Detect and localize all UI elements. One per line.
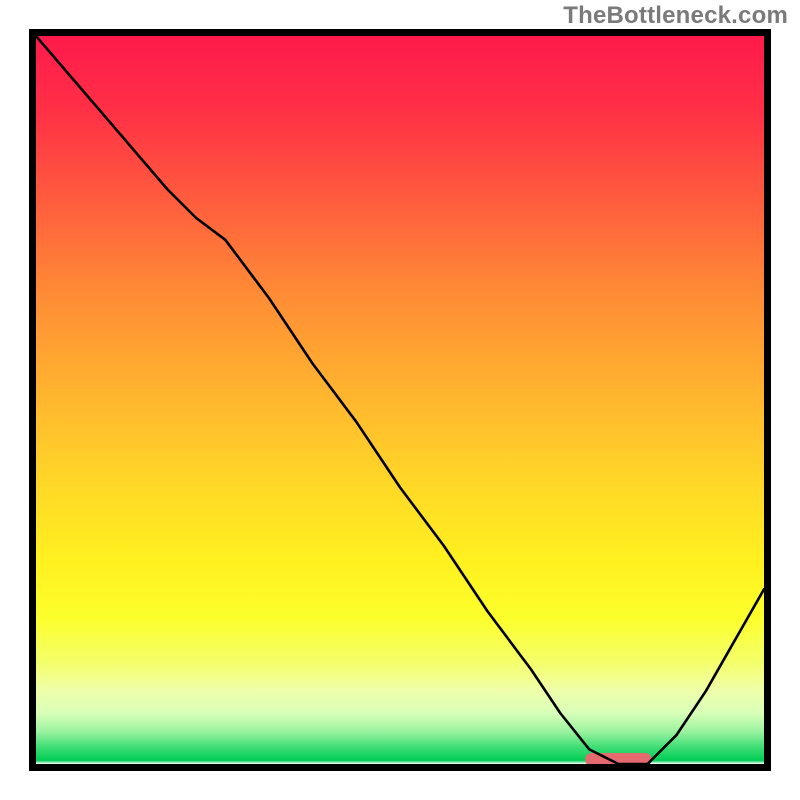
plot-area (36, 36, 764, 764)
chart-frame: TheBottleneck.com (0, 0, 800, 800)
watermark-text: TheBottleneck.com (563, 2, 788, 30)
bottleneck-line (36, 36, 764, 764)
optimal-region-marker (585, 753, 651, 764)
plot-curve-layer (36, 36, 764, 764)
